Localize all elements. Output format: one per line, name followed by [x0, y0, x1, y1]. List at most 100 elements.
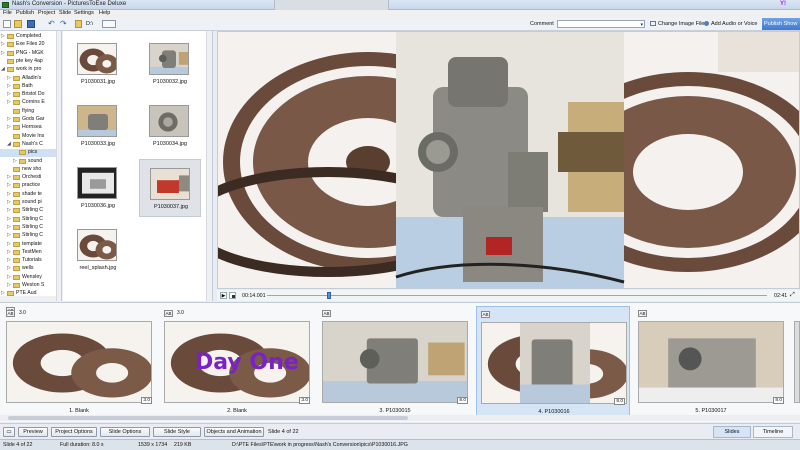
expand-arrow-icon[interactable]: ◢ [7, 141, 11, 147]
preview-button[interactable]: Preview [18, 427, 48, 437]
folder-icon[interactable] [75, 20, 82, 28]
tree-item[interactable]: ▷ Bristol Do [0, 91, 60, 99]
ab-indicator[interactable]: AB [6, 310, 15, 317]
expand-arrow-icon[interactable]: ▷ [7, 174, 11, 180]
tree-item[interactable]: flying [0, 108, 60, 116]
slide-style-button[interactable]: Slide Style [153, 427, 201, 437]
tree-item[interactable]: ▷ Wensley [0, 274, 60, 282]
tree-item[interactable]: ▷ Orchesti [0, 174, 60, 182]
tree-item[interactable]: ▷ Stirling C [0, 232, 60, 240]
expand-arrow-icon[interactable]: ▷ [7, 274, 11, 280]
expand-arrow-icon[interactable]: ▷ [7, 216, 11, 222]
new-file-icon[interactable] [3, 20, 11, 28]
seek-thumb[interactable] [327, 292, 331, 299]
menu-slide[interactable]: Slide [59, 10, 71, 16]
ab-indicator[interactable]: AB [322, 310, 331, 317]
expand-arrow-icon[interactable]: ▷ [7, 241, 11, 247]
expand-arrow-icon[interactable]: ▷ [7, 232, 11, 238]
fullscreen-icon[interactable]: ⤢ [790, 292, 795, 299]
tree-item[interactable]: ▷ template [0, 241, 60, 249]
open-folder-icon[interactable] [14, 20, 22, 28]
tree-item[interactable]: ▷ Weston S [0, 282, 60, 290]
expand-arrow-icon[interactable]: ▷ [1, 41, 5, 47]
strip-scroll-thumb[interactable] [8, 416, 408, 420]
tree-horizontal-scrollbar[interactable] [0, 296, 56, 301]
tree-item[interactable]: pics [0, 149, 60, 158]
tree-item[interactable]: ▷ shade te [0, 191, 60, 199]
expand-arrow-icon[interactable]: ▷ [7, 265, 11, 271]
tree-item[interactable]: ▷ Stirling C [0, 207, 60, 215]
expand-arrow-icon[interactable]: ▷ [13, 158, 17, 164]
tree-item[interactable]: pte key 4ap [0, 58, 60, 66]
strip-scrollbar[interactable] [0, 415, 800, 421]
expand-arrow-icon[interactable]: ▷ [7, 124, 11, 130]
tree-item[interactable]: ▷ Cornins E [0, 99, 60, 107]
ab-indicator[interactable]: AB [164, 310, 173, 317]
tree-item[interactable]: Movie Ins [0, 133, 60, 141]
comment-input[interactable]: ▾ [557, 20, 645, 28]
tree-vertical-scrollbar[interactable] [56, 31, 61, 301]
file-item[interactable]: P1030034.jpg [139, 97, 201, 155]
tree-item[interactable]: ▷ Hornsea [0, 124, 60, 132]
tree-item[interactable]: ◢ work in pro [0, 66, 60, 74]
tree-item[interactable]: ▷ PNG - MGK [0, 50, 60, 58]
files-vertical-scrollbar[interactable] [206, 31, 212, 301]
tree-item[interactable]: ▷ Stirling C [0, 216, 60, 224]
expand-arrow-icon[interactable]: ▷ [7, 224, 11, 230]
expand-arrow-icon[interactable]: ▷ [7, 99, 11, 105]
tab-slides[interactable]: Slides [713, 426, 751, 438]
tree-item[interactable]: ▷ Completed [0, 33, 60, 41]
chevron-down-icon[interactable]: ▾ [640, 22, 643, 28]
tree-item[interactable]: new sho [0, 166, 60, 174]
expand-arrow-icon[interactable]: ▷ [1, 50, 5, 56]
slide-thumbnail[interactable]: AB 8.0 3. P1030015 [318, 306, 472, 416]
expand-arrow-icon[interactable]: ▷ [7, 91, 11, 97]
play-icon[interactable]: ▶ [220, 292, 227, 299]
slide-thumbnail[interactable]: AB 3.0 3.0 1. Blank [2, 306, 156, 416]
drive-path-label[interactable]: D:\ [86, 21, 93, 27]
tree-item[interactable]: ◢ Nash's C [0, 141, 60, 149]
slide-thumbnail[interactable] [792, 306, 800, 416]
menu-help[interactable]: Help [99, 10, 110, 16]
slide-options-button[interactable]: Slide Options [100, 427, 150, 437]
seek-track[interactable] [267, 295, 767, 296]
expand-arrow-icon[interactable]: ▷ [7, 207, 11, 213]
add-audio-button[interactable]: Add Audio or Voice [704, 21, 757, 27]
menu-publish[interactable]: Publish [16, 10, 34, 16]
expand-arrow-icon[interactable]: ▷ [7, 116, 11, 122]
file-item[interactable]: P1030033.jpg [67, 97, 129, 155]
menu-settings[interactable]: Settings [74, 10, 94, 16]
stop-icon[interactable] [229, 292, 236, 299]
menu-file[interactable]: File [3, 10, 12, 16]
file-item[interactable]: P1030032.jpg [139, 35, 201, 93]
ab-indicator[interactable]: AB [481, 311, 490, 318]
expand-arrow-icon[interactable]: ▷ [7, 75, 11, 81]
expand-arrow-icon[interactable]: ▷ [7, 199, 11, 205]
tree-item[interactable]: ▷ TestMen [0, 249, 60, 257]
file-item[interactable]: P1030031.jpg [67, 35, 129, 93]
redo-icon[interactable]: ↷ [60, 20, 68, 28]
expand-arrow-icon[interactable]: ▷ [1, 33, 5, 39]
file-item[interactable]: P1030037.jpg [139, 159, 201, 217]
tree-item[interactable]: ▷ sound [0, 158, 60, 166]
tree-item[interactable]: ▷ wells [0, 265, 60, 273]
tree-item[interactable]: ▷ Tutorials [0, 257, 60, 265]
tab-timeline[interactable]: Timeline [753, 426, 793, 438]
tree-item[interactable]: ▷ Alladin's [0, 75, 60, 83]
objects-animation-button[interactable]: Objects and Animation [204, 427, 264, 437]
menu-project[interactable]: Project [38, 10, 55, 16]
expand-arrow-icon[interactable]: ▷ [7, 191, 11, 197]
tree-item[interactable]: ▷ Gods Gar [0, 116, 60, 124]
slide-thumbnail[interactable]: AB 3.0 Day One 3.0 2. Blank [160, 306, 314, 416]
tree-item[interactable]: ▷ Exe Files 20 [0, 41, 60, 49]
file-item[interactable]: P1030036.jpg [67, 159, 129, 217]
expand-arrow-icon[interactable]: ▷ [7, 249, 11, 255]
expand-arrow-icon[interactable]: ▷ [7, 182, 11, 188]
expand-arrow-icon[interactable]: ◢ [1, 66, 5, 72]
tree-item[interactable]: ▷ Bath [0, 83, 60, 91]
expand-arrow-icon[interactable]: ▷ [7, 257, 11, 263]
slide-thumbnail[interactable]: AB 8.0 4. P1030016 [476, 306, 630, 416]
expand-arrow-icon[interactable]: ▷ [7, 83, 11, 89]
slide-preview[interactable] [217, 31, 800, 289]
expand-arrow-icon[interactable]: ▷ [7, 282, 11, 288]
